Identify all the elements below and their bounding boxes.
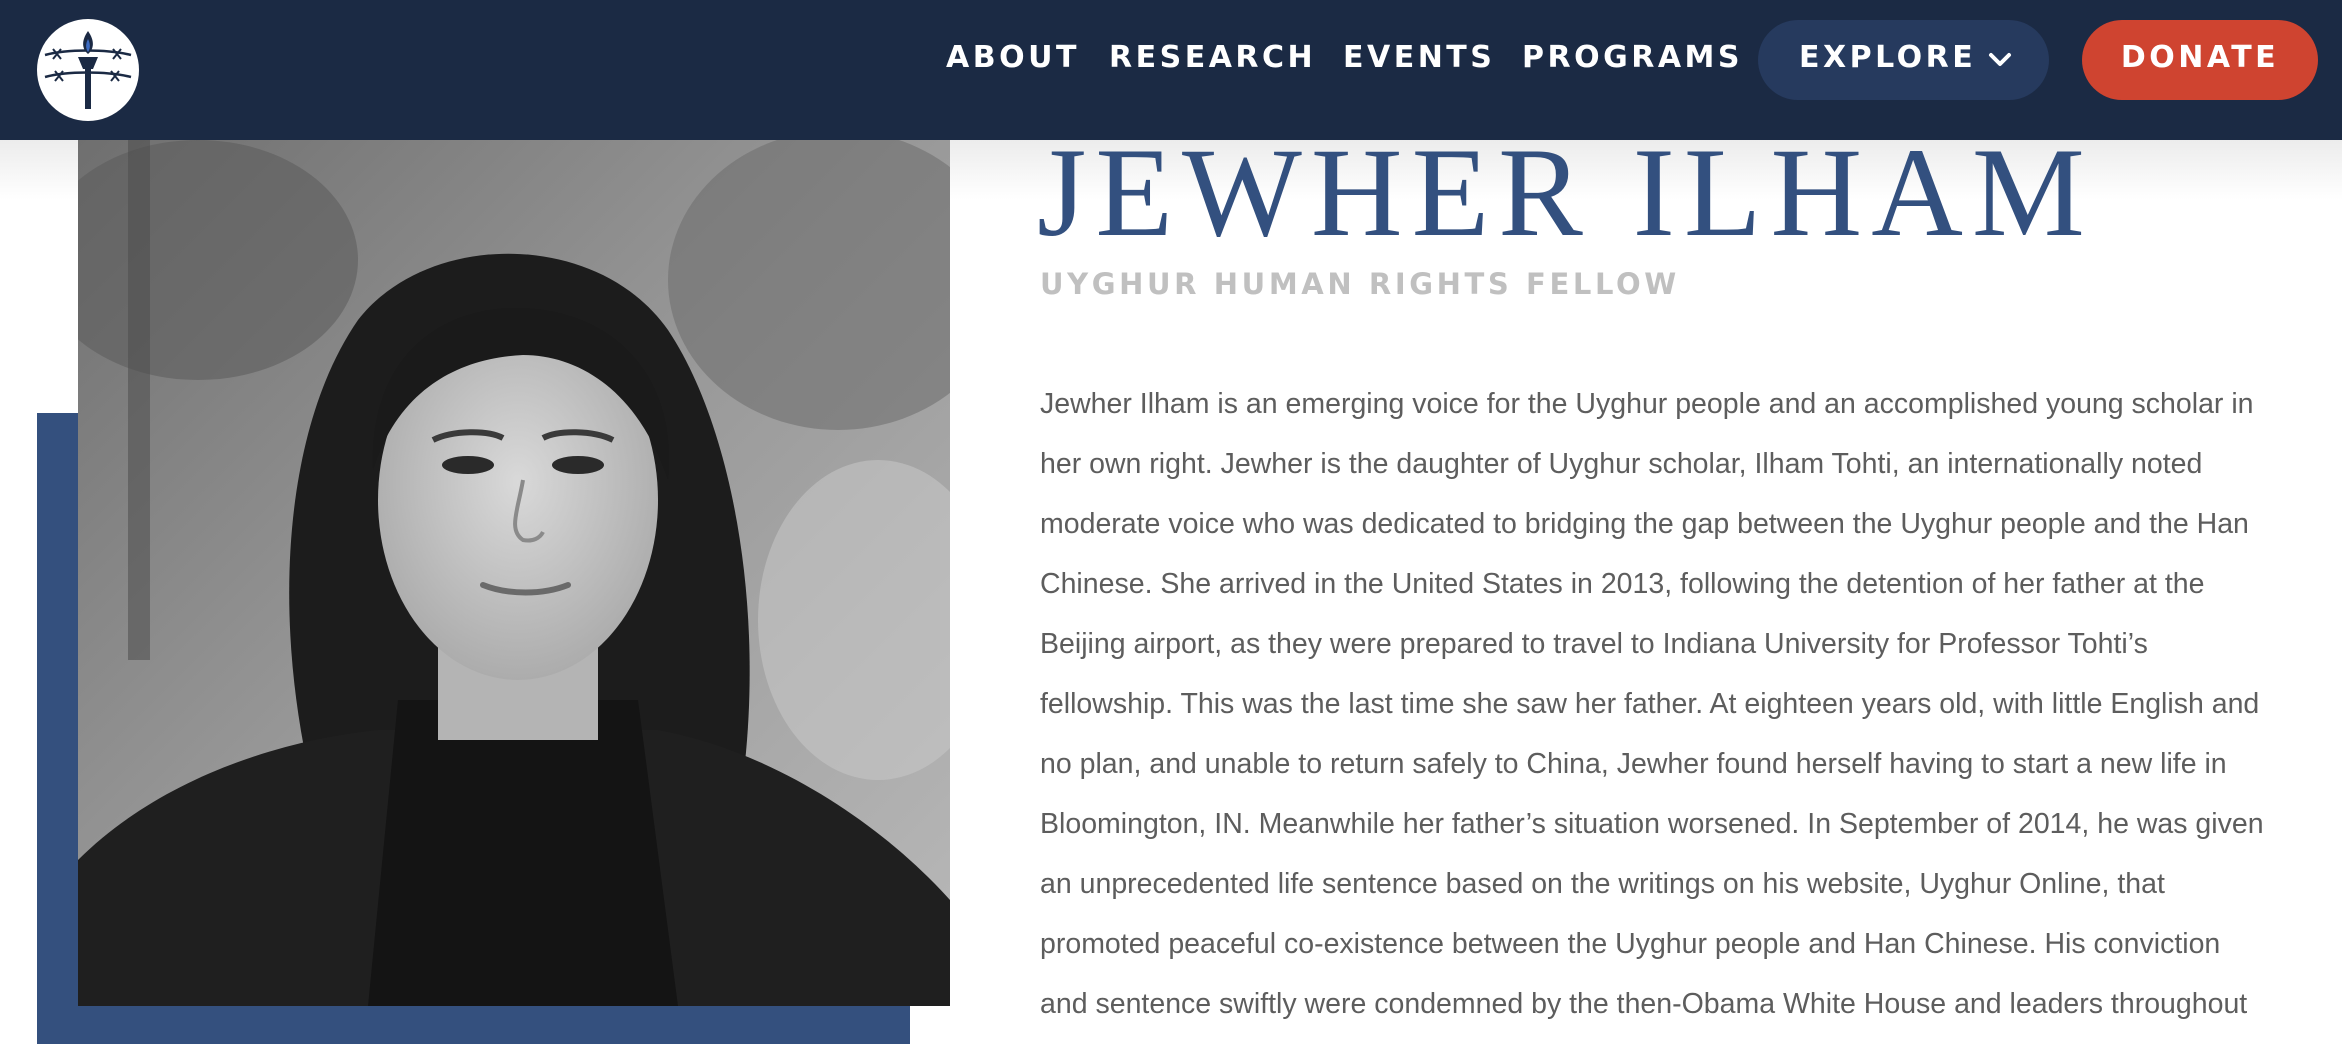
- bio-line: her own right. Jewher is the daughter of…: [1040, 448, 2203, 480]
- bio-line: and sentence swiftly were condemned by t…: [1040, 988, 2248, 1020]
- torch-logo-icon: [44, 31, 132, 109]
- profile-bio: Jewher Ilham is an emerging voice for th…: [1040, 384, 2340, 1044]
- nav-programs-link[interactable]: PROGRAMS: [1522, 40, 1743, 75]
- donate-button[interactable]: DONATE: [2082, 20, 2318, 100]
- bio-line: Jewher Ilham is an emerging voice for th…: [1040, 388, 2254, 420]
- bio-line: Chinese. She arrived in the United State…: [1040, 568, 2205, 600]
- explore-button[interactable]: EXPLORE: [1758, 20, 2049, 100]
- nav-about-link[interactable]: ABOUT: [946, 40, 1080, 75]
- donate-label: DONATE: [2120, 40, 2280, 75]
- nav-research-link[interactable]: RESEARCH: [1109, 40, 1316, 75]
- site-header: ABOUT RESEARCH EVENTS PROGRAMS EXPLORE D…: [0, 0, 2342, 140]
- chevron-down-icon: [1989, 53, 2011, 66]
- bio-line: moderate voice who was dedicated to brid…: [1040, 508, 2249, 540]
- bio-line: an unprecedented life sentence based on …: [1040, 868, 2165, 900]
- bio-line: fellowship. This was the last time she s…: [1040, 688, 2260, 720]
- nav-events-link[interactable]: EVENTS: [1343, 40, 1495, 75]
- explore-label: EXPLORE: [1799, 40, 1977, 75]
- profile-portrait-photo: [78, 140, 950, 1006]
- bio-line: Beijing airport, as they were prepared t…: [1040, 628, 2148, 660]
- bio-line: no plan, and unable to return safely to …: [1040, 748, 2227, 780]
- bio-line: promoted peaceful co-existence between t…: [1040, 928, 2221, 960]
- bio-line: Bloomington, IN. Meanwhile her father’s …: [1040, 808, 2264, 840]
- site-logo[interactable]: [37, 19, 139, 121]
- profile-role-subtitle: UYGHUR HUMAN RIGHTS FELLOW: [1040, 267, 1680, 301]
- profile-name-heading: JEWHER ILHAM: [1037, 123, 2094, 263]
